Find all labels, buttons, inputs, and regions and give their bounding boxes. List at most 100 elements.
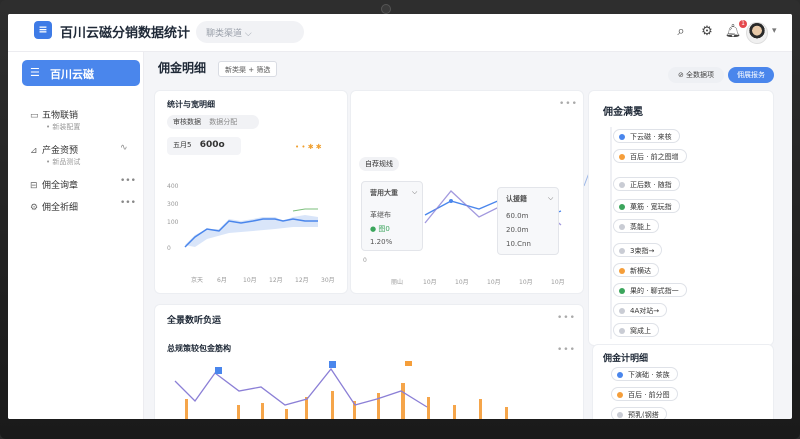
settings-icon[interactable]: ⚙ <box>698 23 716 41</box>
sidebar-item-label: 百川云磁 <box>50 68 94 81</box>
commission-tree-card: 佣金满冕 下云磁 · 来核 百后 · 前之图增 正后数 · 随指 菓筋 · 宽玩… <box>588 90 774 346</box>
app-logo-icon: ≡ <box>34 21 52 39</box>
sidebar-item-2[interactable]: ⊿ 产金资预 <box>30 143 78 156</box>
chevron-down-icon[interactable]: ▾ <box>772 26 777 36</box>
overview-card: 全景数听负运 ••• 总规策较包金筋构 ••• <box>154 304 584 419</box>
tree-node[interactable]: 下云磁 · 来核 <box>613 129 680 143</box>
marker <box>405 361 412 366</box>
node-label: 3束指→ <box>630 247 655 255</box>
x-tick: 12月 <box>295 277 309 284</box>
tree-node[interactable]: 下演础 · 茶族 <box>611 367 678 381</box>
node-icon <box>617 392 623 398</box>
x-tick: 10月 <box>455 279 469 286</box>
node-icon <box>619 182 625 188</box>
tooltip-row: 20.0m <box>506 226 529 234</box>
bar <box>479 399 482 419</box>
tooltip-title: 营用大重 <box>370 189 398 197</box>
tooltip-row: 60.0m <box>506 212 529 220</box>
sidebar-item-4[interactable]: ⚙ 佣全祈细 <box>30 200 78 213</box>
node-label: 窝成上 <box>630 327 651 335</box>
marker <box>329 361 336 368</box>
bar <box>331 391 334 419</box>
avatar[interactable] <box>746 22 768 44</box>
bar <box>185 399 188 419</box>
node-label: 百后 · 前分图 <box>628 391 670 399</box>
bar <box>453 405 456 419</box>
x-tick: 12月 <box>269 277 283 284</box>
node-icon <box>619 268 625 274</box>
screen: ≡ 百川云磁分销数据统计 聊类渠道 ⌵ ⌕ ⚙ 🔔︎ 1 ▾ ☰ 百川云磁 ▭ 五物… <box>8 14 792 419</box>
sidebar-subitem[interactable]: • 新品测试 <box>46 157 80 167</box>
card-subtitle: 总规策较包金筋构 <box>167 344 231 353</box>
tree-node[interactable]: 4A对站→ <box>613 303 668 317</box>
bar <box>305 397 308 419</box>
app-title: 百川云磁分销数据统计 <box>60 26 191 41</box>
x-tick: 30月 <box>321 277 335 284</box>
tree-node[interactable]: 新横达 <box>613 263 659 277</box>
all-data-button[interactable]: ⊘ 全数据项 <box>668 67 724 83</box>
tree-node[interactable]: 正后数 · 随指 <box>613 177 680 191</box>
search-icon[interactable]: ⌕ <box>672 23 690 41</box>
card-title: 佣金计明细 <box>603 354 649 364</box>
tooltip-title: 认援籍 <box>506 195 527 203</box>
target-line <box>292 208 318 212</box>
node-icon <box>619 308 625 314</box>
bar <box>377 393 380 419</box>
tree-node[interactable]: 果的 · 聊式指一 <box>613 283 687 297</box>
more-icon[interactable]: ••• <box>120 198 136 208</box>
node-icon <box>619 248 625 254</box>
sidebar-item-active[interactable]: ☰ 百川云磁 <box>22 60 140 86</box>
sidebar-item-label: 佣全询章 <box>42 181 79 191</box>
trend-card: ••• 自荐规线 营用大重 ⌵ 革继布 ● 图0 1.20% 认援籍 ⌵ 60.… <box>350 90 584 294</box>
tab-review[interactable]: 审核数据 <box>173 118 201 126</box>
sidebar-item-label: 产金资预 <box>42 146 79 156</box>
tree-node[interactable]: 预乳(钢搭 <box>611 407 667 419</box>
node-icon <box>619 154 625 160</box>
tab-assign[interactable]: 数据分配 <box>209 118 237 126</box>
sidebar-item-label: 佣全祈细 <box>42 203 79 213</box>
tree-node[interactable]: 窝成上 <box>613 323 659 337</box>
tree-node[interactable]: 百后 · 前之图增 <box>613 149 687 163</box>
node-label: 果的 · 聊式指一 <box>630 287 679 295</box>
tooltip-row: ● 图0 <box>370 225 390 233</box>
sidebar-item-label: 五物联销 <box>42 111 79 121</box>
x-tick: 6月 <box>217 277 227 284</box>
channel-select-value: 聊类渠道 <box>206 29 243 39</box>
card-title: 佣金满冕 <box>603 107 643 118</box>
more-icon[interactable]: ••• <box>557 313 576 323</box>
node-icon <box>617 412 623 418</box>
sidebar-item-1[interactable]: ▭ 五物联销 <box>30 108 78 121</box>
notification-badge: 1 <box>739 20 747 28</box>
bar-series <box>185 383 508 419</box>
tree-node[interactable]: 百后 · 前分图 <box>611 387 678 401</box>
stats-card: 统计与宽明细 审核数据 数据分配 五月5 600o • • ✱ ✱ 400 30… <box>154 90 348 294</box>
sidebar-subitem[interactable]: • 新装配置 <box>46 122 80 132</box>
combo-chart <box>174 361 508 419</box>
tree-node[interactable]: 蒸能上 <box>613 219 659 233</box>
x-tick: 10月 <box>243 277 257 284</box>
marker <box>215 367 222 374</box>
sidebar: ☰ 百川云磁 ▭ 五物联销 • 新装配置 ⊿ 产金资预 • 新品测试 ∿ ⊟ 佣全询章 … <box>8 52 144 419</box>
sidebar-item-3[interactable]: ⊟ 佣全询章 <box>30 178 78 191</box>
bar <box>505 407 508 419</box>
node-label: 预乳(钢搭 <box>628 411 659 419</box>
more-icon[interactable]: ••• <box>120 176 136 186</box>
node-icon <box>619 328 625 334</box>
tree-node[interactable]: 3束指→ <box>613 243 663 257</box>
chevron-down-icon: ⌵ <box>412 188 418 196</box>
export-button[interactable]: 佣展报务 <box>728 67 774 83</box>
node-icon <box>619 288 625 294</box>
y-tick: 0 <box>363 257 367 264</box>
more-icon[interactable]: ••• <box>559 99 578 109</box>
bar <box>401 383 405 419</box>
node-label: 正后数 · 随指 <box>630 181 672 189</box>
tooltip-row: 10.Cnn <box>506 240 531 248</box>
trend-icon: ∿ <box>120 143 128 153</box>
stats-tabs: 审核数据 数据分配 <box>167 115 259 129</box>
channel-select[interactable]: 聊类渠道 ⌵ <box>196 21 304 43</box>
more-icon[interactable]: ••• <box>557 345 576 355</box>
tree-node[interactable]: 菓筋 · 宽玩指 <box>613 199 680 213</box>
node-icon <box>619 204 625 210</box>
filter-chip[interactable]: 新类渠 + 筛选 <box>218 61 278 77</box>
chart-icon: ⊿ <box>30 146 38 156</box>
